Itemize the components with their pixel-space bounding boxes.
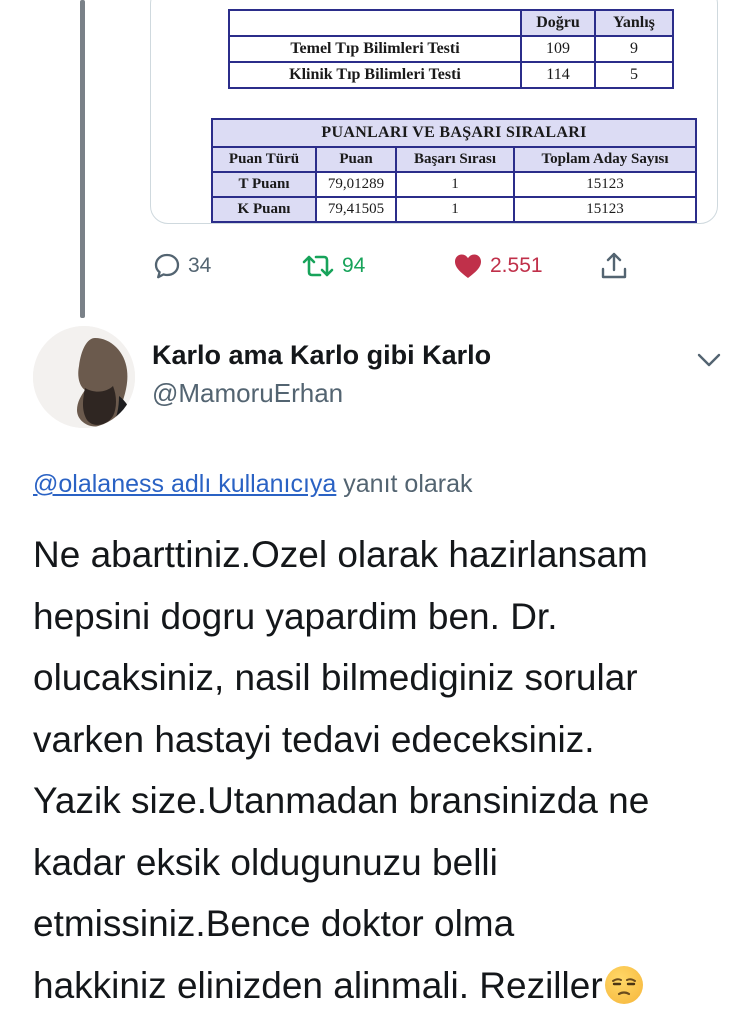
table-cell: 79,41505	[315, 196, 397, 223]
user-display-name[interactable]: Karlo ama Karlo gibi Karlo	[152, 340, 491, 371]
table-cell: 5	[594, 61, 674, 89]
share-icon	[598, 250, 630, 282]
table-cell: K Puanı	[211, 196, 317, 223]
avatar[interactable]	[33, 326, 135, 428]
table-cell: 109	[520, 35, 596, 63]
tweet-action-bar: 34 94 2.551	[152, 248, 642, 284]
table-cell: 79,01289	[315, 171, 397, 198]
scores-ranking-table: PUANLARI VE BAŞARI SIRALARI Puan Türü Pu…	[211, 118, 697, 223]
table-header-cell: Toplam Aday Sayısı	[513, 146, 697, 173]
table-cell: 1	[395, 196, 515, 223]
thread-connector-line	[80, 0, 85, 318]
table-header-cell: Puan Türü	[211, 146, 317, 173]
table-cell: 9	[594, 35, 674, 63]
table-header-cell: Doğru	[520, 9, 596, 37]
reply-count: 34	[188, 254, 212, 277]
table-title-row: PUANLARI VE BAŞARI SIRALARI	[211, 118, 697, 148]
table-row: T Puanı 79,01289 1 15123	[211, 171, 697, 198]
tweet-line: hepsini dogru yapardim ben. Dr.	[33, 595, 558, 637]
table-cell: T Puanı	[211, 171, 317, 198]
retweet-count: 94	[342, 254, 366, 277]
retweet-button[interactable]: 94	[300, 248, 365, 284]
unamused-face-emoji-icon	[604, 965, 643, 1004]
user-handle[interactable]: @MamoruErhan	[152, 378, 343, 409]
table-header-cell	[228, 9, 522, 37]
table-cell: 15123	[513, 171, 697, 198]
tweet-line: varken hastayi tedavi edeceksiniz.	[33, 718, 595, 760]
table-cell: Temel Tıp Bilimleri Testi	[228, 35, 522, 63]
chevron-down-icon	[694, 353, 724, 376]
like-count: 2.551	[490, 254, 543, 277]
table-title: PUANLARI VE BAŞARI SIRALARI	[211, 118, 697, 148]
table-row: Temel Tıp Bilimleri Testi 109 9	[228, 35, 674, 63]
table-cell: 1	[395, 171, 515, 198]
retweet-icon	[300, 251, 336, 281]
table-row: Klinik Tıp Bilimleri Testi 114 5	[228, 61, 674, 89]
table-cell: 114	[520, 61, 596, 89]
tweet-line-last: hakkiniz elinizden alinmali. Reziller	[33, 955, 733, 1017]
tweet-media-card[interactable]: Doğru Yanlış Temel Tıp Bilimleri Testi 1…	[150, 0, 718, 224]
tweet-line: hakkiniz elinizden alinmali. Reziller	[33, 964, 603, 1006]
tweet-menu-button[interactable]	[694, 348, 724, 372]
reply-context: @olalaness adlı kullanıcıya yanıt olarak	[33, 470, 473, 499]
tweet-line: Ne abarttiniz.Ozel olarak hazirlansam	[33, 534, 648, 575]
like-button[interactable]: 2.551	[452, 248, 543, 284]
tweet-line: kadar eksik oldugunuzu belli	[33, 841, 498, 883]
tweet-line: etmissiniz.Bence doktor olma	[33, 903, 515, 944]
share-button[interactable]	[598, 248, 630, 284]
mention-link[interactable]: @olalaness adlı kullanıcıya	[33, 470, 336, 498]
table-header-row: Doğru Yanlış	[228, 9, 674, 37]
tweet-line: Yazik size.Utanmadan bransinizda ne	[33, 780, 650, 821]
table-header-row: Puan Türü Puan Başarı Sırası Toplam Aday…	[211, 146, 697, 173]
tweet-line: olucaksiniz, nasil bilmediginiz sorular	[33, 657, 638, 698]
tweet-text: Ne abarttiniz.Ozel olarak hazirlansam he…	[33, 524, 733, 1016]
table-row: K Puanı 79,41505 1 15123	[211, 196, 697, 223]
table-header-cell: Yanlış	[594, 9, 674, 37]
table-header-cell: Puan	[315, 146, 397, 173]
table-cell: 15123	[513, 196, 697, 223]
table-cell: Klinik Tıp Bilimleri Testi	[228, 61, 522, 89]
heart-icon	[452, 251, 484, 281]
reply-button[interactable]: 34	[152, 248, 211, 284]
reply-icon	[152, 251, 182, 281]
test-results-table: Doğru Yanlış Temel Tıp Bilimleri Testi 1…	[228, 9, 674, 89]
table-header-cell: Başarı Sırası	[395, 146, 515, 173]
reply-context-suffix: yanıt olarak	[336, 470, 473, 498]
